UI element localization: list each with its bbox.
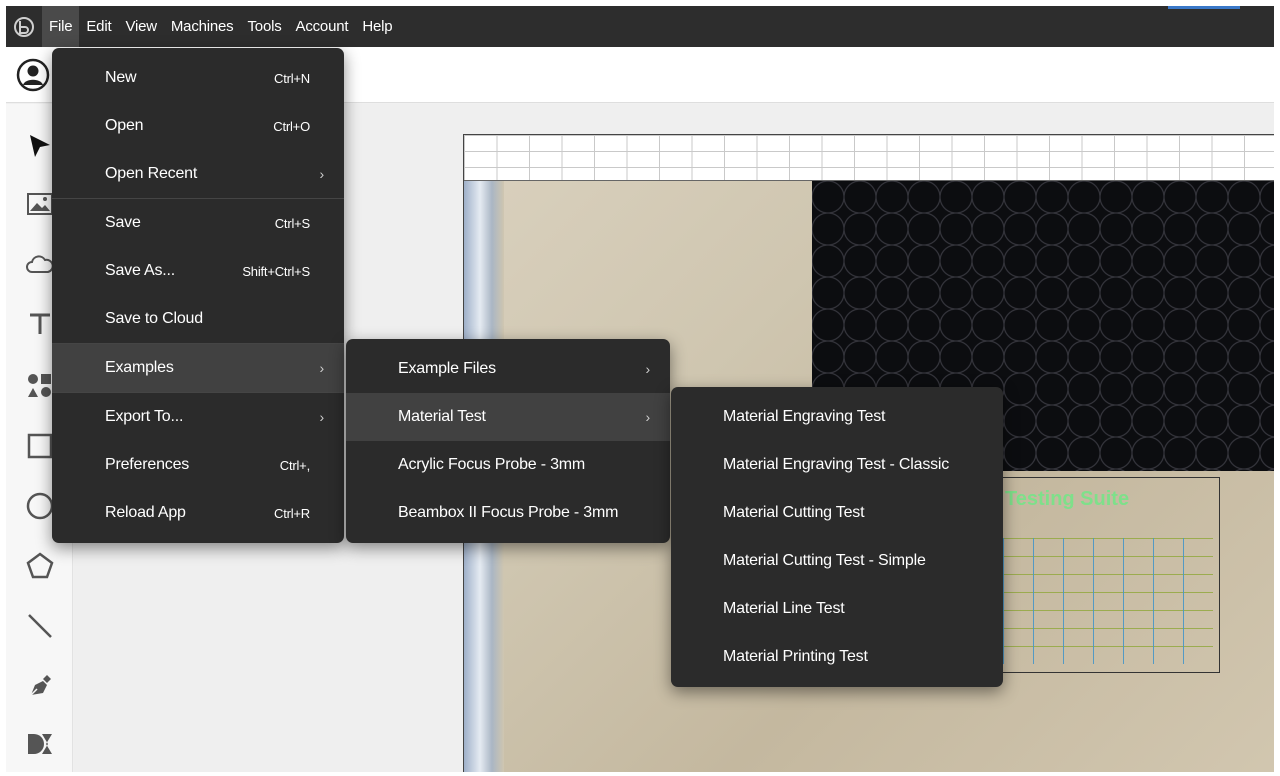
app-logo-icon[interactable] <box>6 6 42 47</box>
menu-file[interactable]: File <box>42 6 80 47</box>
shortcut: Ctrl+S <box>274 215 310 231</box>
menu-item-examples[interactable]: Examples › <box>52 344 344 392</box>
menu-item-save-to-cloud[interactable]: Save to Cloud <box>52 295 344 343</box>
menu-item-example-files[interactable]: Example Files › <box>346 345 670 393</box>
menu-item-material-engraving-test-classic[interactable]: Material Engraving Test - Classic <box>671 441 1003 489</box>
menu-item-open[interactable]: Open Ctrl+O <box>52 102 344 150</box>
chevron-right-icon: › <box>645 361 651 377</box>
app-window: File Edit View Machines Tools Account He… <box>6 6 1274 772</box>
testing-suite-frame[interactable]: Testing Suite <box>984 477 1220 673</box>
menu-item-material-test[interactable]: Material Test › <box>346 393 670 441</box>
menu-item-open-recent[interactable]: Open Recent › <box>52 150 344 198</box>
menu-item-export-to[interactable]: Export To... › <box>52 393 344 441</box>
menu-item-material-printing-test[interactable]: Material Printing Test <box>671 633 1003 681</box>
menu-item-beambox-focus-probe[interactable]: Beambox II Focus Probe - 3mm <box>346 489 670 537</box>
menu-account[interactable]: Account <box>289 6 356 47</box>
menu-item-save[interactable]: Save Ctrl+S <box>52 199 344 247</box>
shortcut: Shift+Ctrl+S <box>242 263 310 279</box>
menu-item-material-cutting-test[interactable]: Material Cutting Test <box>671 489 1003 537</box>
testing-suite-grid <box>1003 538 1213 664</box>
chevron-right-icon: › <box>645 409 651 425</box>
chevron-right-icon: › <box>319 360 325 376</box>
menu-item-material-cutting-test-simple[interactable]: Material Cutting Test - Simple <box>671 537 1003 585</box>
grid-strip <box>464 135 1274 181</box>
shortcut: Ctrl+R <box>274 505 310 521</box>
shortcut: Ctrl+N <box>274 70 310 86</box>
file-menu: New Ctrl+N Open Ctrl+O Open Recent › Save Ct… <box>52 48 344 543</box>
pen-icon[interactable] <box>20 666 60 706</box>
menu-edit[interactable]: Edit <box>79 6 118 47</box>
material-test-submenu: Material Engraving Test Material Engravi… <box>671 387 1003 687</box>
menu-machines[interactable]: Machines <box>164 6 241 47</box>
menu-tools[interactable]: Tools <box>241 6 289 47</box>
chevron-right-icon: › <box>319 166 325 182</box>
menu-view[interactable]: View <box>118 6 163 47</box>
menubar-accent <box>1168 6 1240 9</box>
chevron-right-icon: › <box>319 409 325 425</box>
menu-item-reload-app[interactable]: Reload App Ctrl+R <box>52 489 344 537</box>
menu-bar: File Edit View Machines Tools Account He… <box>6 6 1274 47</box>
shortcut: Ctrl+, <box>279 457 310 473</box>
examples-submenu: Example Files › Material Test › Acrylic Fo… <box>346 339 670 543</box>
user-avatar-icon[interactable] <box>16 58 50 92</box>
menu-item-acrylic-focus-probe[interactable]: Acrylic Focus Probe - 3mm <box>346 441 670 489</box>
menu-item-preferences[interactable]: Preferences Ctrl+, <box>52 441 344 489</box>
menu-item-save-as[interactable]: Save As... Shift+Ctrl+S <box>52 247 344 295</box>
shortcut: Ctrl+O <box>273 118 310 134</box>
line-icon[interactable] <box>20 606 60 646</box>
menu-item-new[interactable]: New Ctrl+N <box>52 54 344 102</box>
dmkt-icon[interactable] <box>20 724 60 764</box>
menu-item-material-line-test[interactable]: Material Line Test <box>671 585 1003 633</box>
menu-item-material-engraving-test[interactable]: Material Engraving Test <box>671 393 1003 441</box>
menu-help[interactable]: Help <box>355 6 399 47</box>
testing-suite-title: Testing Suite <box>1005 488 1130 510</box>
polygon-icon[interactable] <box>20 546 60 586</box>
